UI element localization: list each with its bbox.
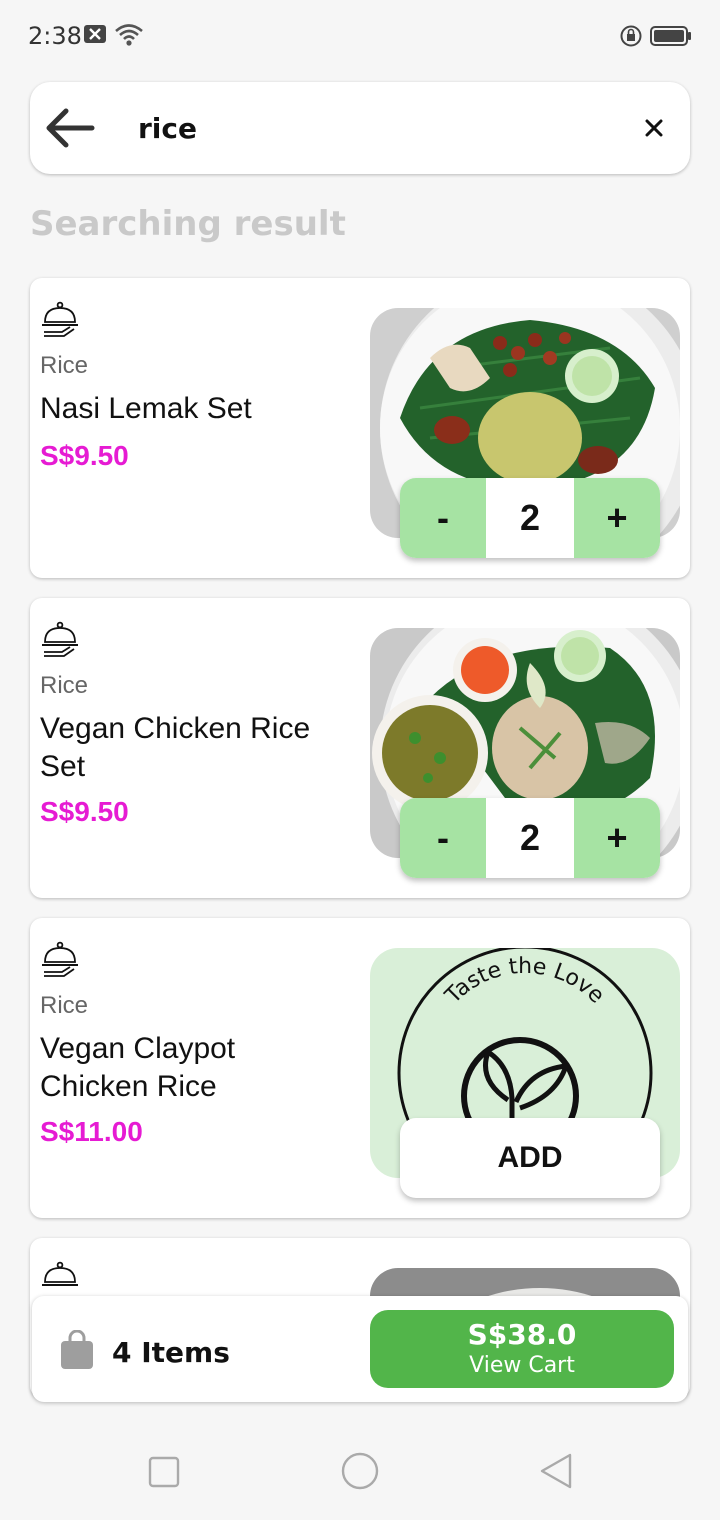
system-nav-bar [0, 1420, 720, 1520]
status-bar: 2:38 [0, 0, 720, 56]
recents-square-icon[interactable] [148, 1456, 180, 1488]
battery-icon [650, 26, 691, 46]
item-category: Rice [40, 992, 89, 1019]
wifi-icon [115, 24, 143, 46]
item-name: Nasi Lemak Set [40, 392, 252, 425]
item-category: Rice [40, 672, 89, 699]
search-bar: rice [30, 82, 690, 174]
home-circle-icon[interactable] [341, 1452, 379, 1490]
close-icon[interactable] [640, 114, 668, 142]
quantity-value: 2 [486, 798, 574, 878]
increase-button[interactable]: + [574, 798, 660, 878]
cloche-icon [42, 301, 78, 337]
quantity-stepper: - 2 + [400, 798, 660, 878]
quantity-stepper: - 2 + [400, 478, 660, 558]
view-cart-button[interactable]: S$38.0 View Cart [370, 1310, 674, 1388]
increase-button[interactable]: + [574, 478, 660, 558]
shopping-bag-icon [61, 1330, 93, 1369]
arrow-left-icon[interactable] [44, 106, 96, 150]
item-category: Rice [40, 352, 89, 379]
product-card[interactable]: Rice Vegan Claypot Chicken Rice S$11.00 … [30, 918, 690, 1218]
rotation-lock-icon [620, 25, 642, 47]
status-time: 2:38 [28, 22, 82, 50]
cart-bar: 4 Items S$38.0 View Cart [32, 1296, 688, 1402]
view-cart-label: View Cart [469, 1353, 575, 1378]
item-price: S$9.50 [40, 440, 129, 471]
decrease-button[interactable]: - [400, 478, 486, 558]
quantity-value: 2 [486, 478, 574, 558]
cart-total: S$38.0 [467, 1318, 577, 1351]
item-name: Vegan Claypot Chicken Rice [40, 1032, 236, 1103]
item-price: S$9.50 [40, 796, 129, 827]
cloche-icon [42, 621, 78, 657]
item-price: S$11.00 [40, 1116, 143, 1147]
add-button[interactable]: ADD [400, 1118, 660, 1198]
notification-x-icon [84, 25, 106, 43]
search-input[interactable]: rice [138, 112, 197, 145]
cart-items-count: 4 Items [112, 1336, 230, 1369]
cloche-icon [42, 941, 78, 977]
product-card[interactable]: Rice Vegan Chicken Rice Set S$9.50 - 2 + [30, 598, 690, 898]
decrease-button[interactable]: - [400, 798, 486, 878]
item-name: Vegan Chicken Rice Set [40, 712, 311, 783]
product-card[interactable]: Rice Nasi Lemak Set S$9.50 - 2 + [30, 278, 690, 578]
cloche-icon [42, 1261, 78, 1286]
section-title: Searching result [30, 204, 346, 244]
back-triangle-icon[interactable] [538, 1452, 574, 1490]
